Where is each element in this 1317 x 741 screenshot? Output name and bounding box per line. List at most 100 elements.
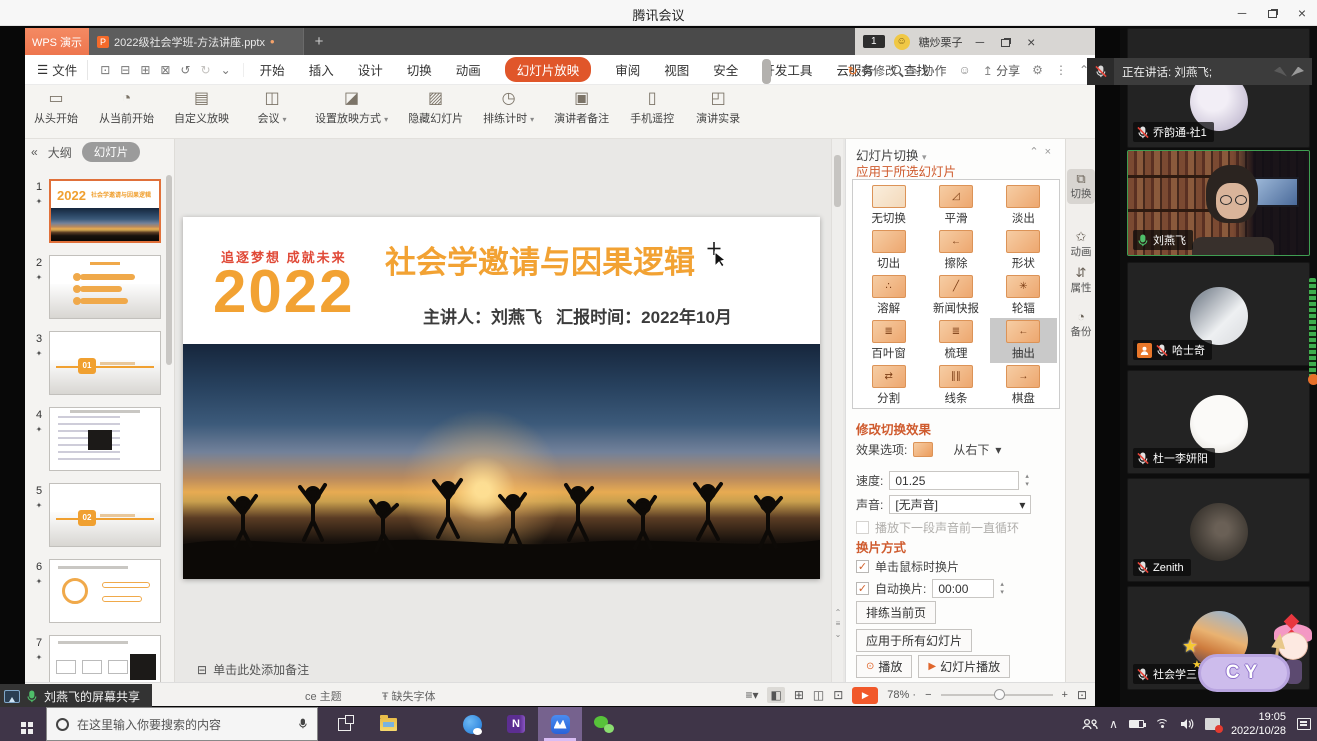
tab-review[interactable]: 审阅 bbox=[615, 60, 640, 79]
new-tab-button[interactable]: + bbox=[304, 28, 334, 55]
transition-newsflash[interactable]: ╱新闻快报 bbox=[922, 273, 989, 318]
gear-icon[interactable]: ⚙ bbox=[1032, 63, 1043, 77]
file-explorer-button[interactable] bbox=[366, 707, 410, 741]
thumbnail-scrollbar[interactable] bbox=[166, 175, 172, 365]
document-tab[interactable]: P 2022级社会学班-方法讲座.pptx • bbox=[89, 28, 304, 55]
fit-screen-icon[interactable]: ⊡ bbox=[1077, 688, 1087, 702]
transition-smooth[interactable]: ◿平滑 bbox=[922, 183, 989, 228]
wps-close-button[interactable]: × bbox=[1023, 34, 1039, 50]
ribbon-speaker-notes[interactable]: ▣演讲者备注 bbox=[554, 90, 609, 138]
modified-status[interactable]: ↻ 有修改 bbox=[848, 62, 897, 79]
strip-properties[interactable]: ⇵属性 bbox=[1067, 263, 1095, 298]
slide-thumb-3[interactable]: 3✦ 01 bbox=[29, 331, 169, 401]
loop-checkbox[interactable] bbox=[856, 521, 869, 534]
tab-security[interactable]: 安全 bbox=[713, 60, 738, 79]
transition-split[interactable]: ⇄分割 bbox=[855, 363, 922, 408]
transition-none[interactable]: 无切换 bbox=[855, 183, 922, 228]
tab-transition[interactable]: 切换 bbox=[407, 60, 432, 79]
battery-icon[interactable] bbox=[1129, 720, 1144, 728]
tencent-meeting-button[interactable] bbox=[538, 707, 582, 741]
zoom-out-button[interactable]: − bbox=[925, 689, 931, 701]
volume-knob[interactable] bbox=[1308, 374, 1317, 385]
transition-cut[interactable]: 切出 bbox=[855, 228, 922, 273]
apply-all-button[interactable]: 应用于所有幻灯片 bbox=[856, 629, 972, 652]
ribbon-meeting[interactable]: ◫会议 ▾ bbox=[249, 90, 295, 138]
on-click-checkbox[interactable]: ✓ bbox=[856, 560, 869, 573]
tab-animation[interactable]: 动画 bbox=[456, 60, 481, 79]
transition-checkerboard[interactable]: →棋盘 bbox=[990, 363, 1057, 408]
slide-sorter-icon[interactable]: ⊞ bbox=[794, 688, 804, 702]
more-icon[interactable]: ⋮ bbox=[1055, 63, 1067, 77]
reading-view-icon[interactable]: ◫ bbox=[813, 688, 824, 702]
ribbon-setup-show[interactable]: ◪设置放映方式 ▾ bbox=[315, 90, 388, 138]
onenote-button[interactable]: N bbox=[494, 707, 538, 741]
collapse-panel-icon[interactable]: « bbox=[31, 145, 38, 159]
pin-pane-icon[interactable]: ⌃ bbox=[1029, 146, 1044, 158]
ribbon-rehearse[interactable]: ◷排练计时 ▾ bbox=[483, 90, 534, 138]
people-icon[interactable] bbox=[1082, 718, 1098, 730]
ribbon-custom-show[interactable]: ▤自定义放映 bbox=[174, 90, 229, 138]
participant-tile[interactable]: 杜一李妍阳 bbox=[1127, 370, 1310, 474]
strip-backup[interactable]: ◔备份 bbox=[1067, 307, 1095, 342]
hidden-icons-chevron[interactable]: ∧ bbox=[1109, 717, 1118, 731]
close-pane-icon[interactable]: × bbox=[1045, 146, 1057, 158]
sound-select[interactable]: [无声音]▾ bbox=[889, 495, 1031, 514]
normal-view-icon[interactable]: ◧ bbox=[767, 687, 784, 703]
taskbar-clock[interactable]: 19:05 2022/10/28 bbox=[1231, 710, 1286, 739]
export-icon[interactable]: ⊠ bbox=[160, 63, 170, 77]
zoom-slider-knob[interactable] bbox=[994, 689, 1005, 700]
tab-view[interactable]: 视图 bbox=[664, 60, 689, 79]
file-menu[interactable]: ☰ 文件 bbox=[25, 60, 88, 80]
share-button[interactable]: ↥ 分享 bbox=[983, 62, 1020, 79]
zoom-in-button[interactable]: + bbox=[1062, 689, 1068, 701]
print-icon[interactable]: ⊟ bbox=[120, 63, 130, 77]
slide-scrollbar[interactable]: ⌃≡⌄ bbox=[831, 139, 843, 682]
ribbon-from-current[interactable]: ◔从当前开始 bbox=[99, 90, 154, 138]
strip-animation[interactable]: ✩动画 bbox=[1067, 227, 1095, 262]
ribbon-from-beginning[interactable]: ▭从头开始 bbox=[33, 90, 79, 138]
auto-advance-spinner[interactable]: ▴▾ bbox=[1000, 581, 1004, 597]
ribbon-record[interactable]: ◰演讲实录 bbox=[695, 90, 741, 138]
effect-direction-select[interactable]: 从右下 bbox=[953, 441, 989, 458]
participant-tile[interactable]: 哈士奇 bbox=[1127, 262, 1310, 366]
start-button[interactable] bbox=[0, 707, 46, 741]
prev-slide-icon[interactable]: ⌃≡⌄ bbox=[832, 607, 844, 640]
wps-restore-button[interactable] bbox=[997, 35, 1014, 49]
tab-design[interactable]: 设计 bbox=[358, 60, 383, 79]
action-center-icon[interactable] bbox=[1297, 718, 1311, 730]
strip-transition[interactable]: ⧉切换 bbox=[1067, 169, 1095, 204]
participant-tile[interactable]: Zenith bbox=[1127, 478, 1310, 582]
account-avatar[interactable]: ☺ bbox=[894, 34, 910, 50]
feedback-smiley-icon[interactable]: ☺ bbox=[958, 63, 970, 77]
tab-home[interactable]: 开始 bbox=[260, 60, 285, 79]
slide-thumb-4[interactable]: 4✦ bbox=[29, 407, 169, 477]
slide-thumb-6[interactable]: 6✦ bbox=[29, 559, 169, 629]
transition-shape[interactable]: 形状 bbox=[990, 228, 1057, 273]
participant-tile[interactable]: 刘燕飞 bbox=[1127, 150, 1310, 256]
browser-button[interactable] bbox=[450, 707, 494, 741]
caret-down-icon[interactable]: ▾ bbox=[995, 443, 1001, 457]
ribbon-phone-remote[interactable]: ▯手机遥控 bbox=[629, 90, 675, 138]
notes-toggle-icon[interactable]: ≡▾ bbox=[745, 688, 758, 702]
wps-minimize-button[interactable]: ─ bbox=[972, 35, 989, 49]
auto-advance-checkbox[interactable]: ✓ bbox=[856, 582, 869, 595]
presenter-view-icon[interactable]: ⊡ bbox=[833, 688, 843, 702]
taskbar-search[interactable]: 在这里输入你要搜索的内容 bbox=[46, 707, 318, 741]
account-name[interactable]: 糖炒栗子 bbox=[919, 34, 963, 50]
floating-handle[interactable] bbox=[762, 59, 771, 84]
transition-fade[interactable]: 淡出 bbox=[990, 183, 1057, 228]
scrollbar-thumb[interactable] bbox=[834, 155, 841, 207]
play-button[interactable]: ⊙播放 bbox=[856, 655, 912, 678]
volume-meter[interactable] bbox=[1309, 278, 1316, 382]
zoom-slider[interactable] bbox=[941, 694, 1053, 696]
slideshow-start-button[interactable]: ▶ bbox=[852, 687, 878, 704]
participant-tile[interactable]: 乔韵通-社1 bbox=[1127, 28, 1310, 148]
zoom-level[interactable]: 78% · bbox=[887, 689, 916, 701]
speed-spinner[interactable]: ▴▾ bbox=[1025, 473, 1029, 489]
close-button[interactable]: × bbox=[1287, 0, 1317, 26]
speaker-icon[interactable] bbox=[1180, 718, 1194, 730]
preview-icon[interactable]: ⊞ bbox=[140, 63, 150, 77]
wifi-icon[interactable] bbox=[1155, 719, 1169, 729]
slideshow-play-button[interactable]: ▶幻灯片播放 bbox=[918, 655, 1010, 678]
minimize-button[interactable]: ─ bbox=[1227, 0, 1257, 26]
